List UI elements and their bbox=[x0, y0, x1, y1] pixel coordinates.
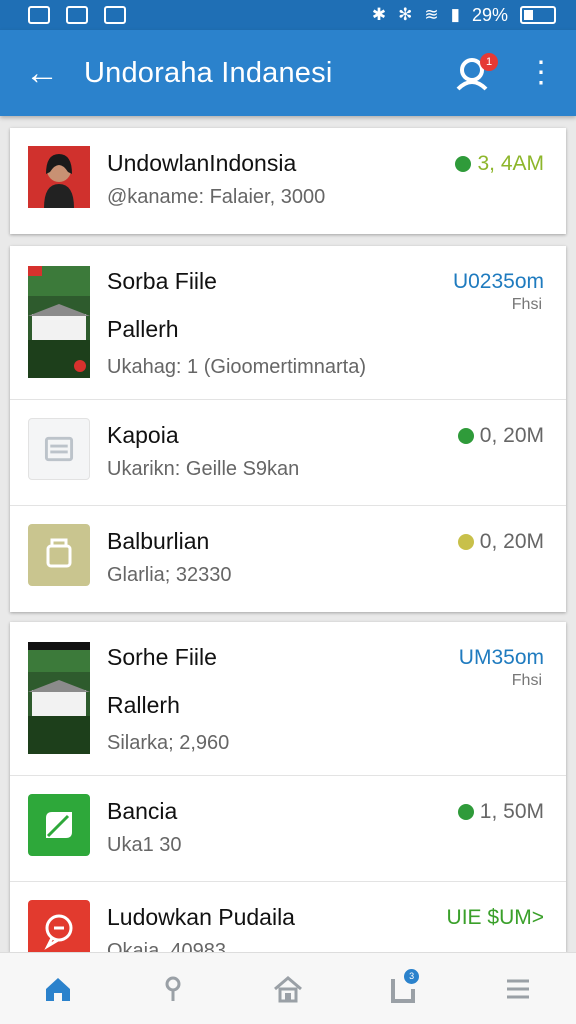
mail-check-icon bbox=[104, 6, 126, 24]
item-subtitle: Uka1 30 bbox=[107, 834, 182, 856]
item-price: UIE $UM> bbox=[447, 906, 544, 930]
list-item[interactable]: Bancia Uka1 30 1, 50M bbox=[10, 776, 566, 882]
listing-card: Sorhe Fiile Rallerh Silarka; 2,960 UM35o… bbox=[10, 622, 566, 952]
item-name: Ludowkan Pudaila bbox=[107, 904, 295, 930]
price-value: UIE $UM> bbox=[446, 906, 544, 929]
nav-badge: 3 bbox=[404, 968, 420, 984]
price-value: U0235om bbox=[452, 270, 544, 293]
wifi-icon: ≋ bbox=[424, 5, 439, 24]
notification-badge: 1 bbox=[480, 53, 498, 71]
price-value: 0, 20M bbox=[479, 424, 544, 447]
image-icon bbox=[66, 6, 88, 24]
home-icon bbox=[45, 977, 70, 1001]
chat-icon bbox=[28, 900, 90, 952]
status-bar: ✱ ✻ ≋ ▮ 29% bbox=[0, 0, 576, 30]
list-item[interactable]: Sorhe Fiile Rallerh Silarka; 2,960 UM35o… bbox=[10, 622, 566, 776]
item-price: 3, 4AM bbox=[455, 152, 544, 176]
villa-thumbnail bbox=[28, 642, 90, 754]
coin-icon bbox=[457, 428, 474, 444]
coin-icon bbox=[457, 804, 474, 820]
price-value: 3, 4AM bbox=[477, 152, 544, 175]
more-options-icon[interactable]: ⋮ bbox=[526, 58, 556, 88]
list-item[interactable]: Balburlian Glarlia; 32330 0, 20M bbox=[10, 506, 566, 612]
item-name: Bancia bbox=[107, 798, 178, 824]
item-name: Kapoia bbox=[107, 422, 179, 448]
item-price: 1, 50M bbox=[457, 800, 544, 824]
nav-notes[interactable]: 3 bbox=[373, 959, 433, 1019]
nav-menu[interactable] bbox=[488, 959, 548, 1019]
item-price: U0235om bbox=[453, 270, 544, 294]
battery-percent: 29% bbox=[471, 4, 508, 25]
profile-card: UndowlanIndonsia @kaname: Falaier, 3000 … bbox=[10, 128, 566, 234]
status-right-icons: ✱ ✻ ≋ ▮ 29% bbox=[372, 5, 556, 26]
item-subtitle: @kaname: Falaier, 3000 bbox=[107, 186, 326, 208]
nav-home[interactable] bbox=[28, 959, 88, 1019]
item-name: Sorhe Fiile bbox=[107, 644, 217, 670]
list-item[interactable]: Kapoia Ukarikn: Geille S9kan 0, 20M bbox=[10, 400, 566, 506]
notification-button[interactable]: 1 bbox=[452, 53, 498, 93]
item-subtitle: Ukahag: 1 (Gioomertimnarta) bbox=[107, 356, 366, 378]
item-name-secondary: Rallerh bbox=[107, 692, 180, 718]
cart-icon bbox=[28, 524, 90, 586]
menu-icon bbox=[507, 979, 530, 998]
item-extra: Fhsi bbox=[511, 296, 542, 313]
item-subtitle: Silarka; 2,960 bbox=[107, 732, 230, 754]
item-name: UndowlanIndonsia bbox=[107, 150, 297, 176]
price-value: 1, 50M bbox=[479, 800, 544, 823]
list-item[interactable]: UndowlanIndonsia @kaname: Falaier, 3000 … bbox=[10, 128, 566, 234]
list-item[interactable]: Sorba Fiile Pallerh Ukahag: 1 (Gioomerti… bbox=[10, 246, 566, 400]
item-name: Sorba Fiile bbox=[107, 268, 217, 294]
item-subtitle: Ukarikn: Geille S9kan bbox=[107, 458, 300, 480]
coin-icon bbox=[457, 534, 474, 550]
avatar bbox=[28, 146, 90, 208]
item-extra: Fhsi bbox=[511, 672, 542, 689]
mail-icon bbox=[28, 6, 50, 24]
calendar-icon bbox=[28, 418, 90, 480]
nav-house[interactable] bbox=[258, 959, 318, 1019]
item-name: Balburlian bbox=[107, 528, 210, 554]
leaf-icon bbox=[28, 794, 90, 856]
item-price: 0, 20M bbox=[457, 424, 544, 448]
villa-thumbnail bbox=[28, 266, 90, 378]
back-arrow-icon[interactable]: ← bbox=[0, 54, 84, 93]
price-value: UM35om bbox=[458, 646, 544, 669]
listing-card: Sorba Fiile Pallerh Ukahag: 1 (Gioomerti… bbox=[10, 246, 566, 612]
item-subtitle: Okaia, 40983 bbox=[107, 940, 226, 952]
bottom-navigation: 3 bbox=[0, 952, 576, 1024]
item-subtitle: Glarlia; 32330 bbox=[107, 564, 232, 586]
coin-icon bbox=[455, 156, 472, 172]
price-value: 0, 20M bbox=[479, 530, 544, 553]
item-price: UM35om bbox=[459, 646, 544, 670]
bluetooth-icon: ✱ bbox=[371, 5, 387, 24]
app-bar: ← Undoraha Indanesi 1 ⋮ bbox=[0, 30, 576, 116]
item-name-secondary: Pallerh bbox=[107, 316, 179, 342]
signal-icon: ▮ bbox=[450, 5, 460, 24]
list-item[interactable]: Ludowkan Pudaila Okaia, 40983 UIE $UM> bbox=[10, 882, 566, 952]
nav-location[interactable] bbox=[143, 959, 203, 1019]
location-pin-icon bbox=[165, 976, 181, 1001]
house-icon bbox=[273, 975, 302, 1002]
asterisk-icon: ✻ bbox=[398, 5, 413, 24]
item-price: 0, 20M bbox=[457, 530, 544, 554]
battery-icon bbox=[520, 6, 556, 24]
page-title: Undoraha Indanesi bbox=[84, 56, 333, 89]
status-left-icons bbox=[28, 6, 126, 24]
